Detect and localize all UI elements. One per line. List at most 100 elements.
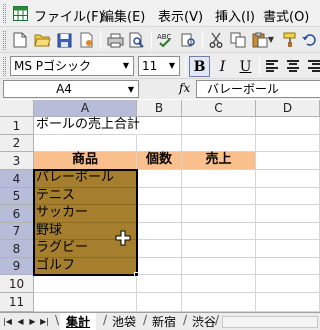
italic-button[interactable]: I <box>212 56 233 77</box>
worksheet-grid[interactable]: A B C D 1 2 3 4 5 6 7 8 9 10 11 ボールの売上合計… <box>0 100 320 312</box>
cell-c9[interactable] <box>182 258 256 275</box>
cell-d11[interactable] <box>256 293 320 312</box>
sheet-tab-3[interactable]: 新宿 <box>146 313 182 330</box>
cell-d8[interactable] <box>256 240 320 258</box>
chevron-down-icon[interactable]: ▼ <box>120 58 132 74</box>
new-file-icon[interactable] <box>10 30 30 50</box>
cell-d5[interactable] <box>256 188 320 205</box>
cell-b2[interactable] <box>137 135 182 152</box>
cell-d4[interactable] <box>256 170 320 188</box>
chevron-down-icon[interactable]: ▼ <box>166 58 178 74</box>
row-header-9[interactable]: 9 <box>0 258 34 275</box>
research-icon[interactable] <box>178 30 198 50</box>
underline-button[interactable]: U <box>235 56 256 77</box>
cell-c11[interactable] <box>182 293 256 312</box>
cell-d1[interactable] <box>256 117 320 135</box>
name-box[interactable]: A4 ▼ <box>3 80 139 98</box>
prev-sheet-icon[interactable]: ◀ <box>15 315 26 328</box>
cell-c1[interactable] <box>182 117 256 135</box>
menu-file[interactable]: ファイル(F) <box>34 6 104 25</box>
cell-c6[interactable] <box>182 205 256 223</box>
cell-d2[interactable] <box>256 135 320 152</box>
row-header-4[interactable]: 4 <box>0 170 34 188</box>
cell-a9[interactable]: ゴルフ <box>34 258 137 275</box>
sheet-tab-1[interactable]: 集計 <box>60 313 97 330</box>
toolbar-grip-2[interactable] <box>3 57 6 76</box>
menu-grip[interactable] <box>3 4 6 23</box>
align-right-icon[interactable] <box>308 60 320 72</box>
cell-a11[interactable] <box>34 293 137 312</box>
cell-d10[interactable] <box>256 275 320 293</box>
format-painter-icon[interactable] <box>280 30 300 50</box>
row-header-2[interactable]: 2 <box>0 135 34 152</box>
horizontal-scrollbar[interactable] <box>222 316 318 328</box>
cell-c4[interactable] <box>182 170 256 188</box>
permission-icon[interactable] <box>76 30 96 50</box>
toolbar-grip[interactable] <box>3 31 6 50</box>
menu-edit[interactable]: 編集(E) <box>101 6 145 25</box>
fill-handle[interactable] <box>134 272 139 277</box>
column-header-d[interactable]: D <box>256 100 320 117</box>
cell-b1[interactable] <box>137 117 182 135</box>
formula-input[interactable]: バレーボール <box>196 80 320 98</box>
font-size-select[interactable]: 11 ▼ <box>138 56 180 76</box>
select-all-corner[interactable] <box>0 100 34 117</box>
cell-b5[interactable] <box>137 188 182 205</box>
print-icon[interactable] <box>105 30 125 50</box>
column-header-c[interactable]: C <box>182 100 256 117</box>
insert-function-icon[interactable]: fx <box>179 81 190 95</box>
column-header-b[interactable]: B <box>137 100 182 117</box>
copy-icon[interactable] <box>228 30 248 50</box>
cell-d3[interactable] <box>256 152 320 170</box>
row-header-6[interactable]: 6 <box>0 205 34 223</box>
align-left-icon[interactable] <box>266 60 278 72</box>
row-header-8[interactable]: 8 <box>0 240 34 258</box>
cell-c7[interactable] <box>182 223 256 240</box>
align-center-icon[interactable] <box>287 60 299 72</box>
cell-c3[interactable]: 売上 <box>182 152 256 170</box>
cell-a2[interactable] <box>34 135 137 152</box>
cut-icon[interactable] <box>206 30 226 50</box>
row-header-10[interactable]: 10 <box>0 275 34 293</box>
chevron-down-icon[interactable]: ▼ <box>125 81 137 97</box>
cell-d6[interactable] <box>256 205 320 223</box>
open-folder-icon[interactable] <box>32 30 52 50</box>
cell-b10[interactable] <box>137 275 182 293</box>
next-sheet-icon[interactable]: ▶ <box>27 315 38 328</box>
spell-check-icon[interactable]: ABC <box>156 30 176 50</box>
undo-icon[interactable] <box>302 30 316 50</box>
cell-a10[interactable] <box>34 275 137 293</box>
cell-b8[interactable] <box>137 240 182 258</box>
cell-b7[interactable] <box>137 223 182 240</box>
cell-c2[interactable] <box>182 135 256 152</box>
cell-a3[interactable]: 商品 <box>34 152 137 170</box>
cell-d9[interactable] <box>256 258 320 275</box>
row-header-3[interactable]: 3 <box>0 152 34 170</box>
last-sheet-icon[interactable]: ▶| <box>39 315 50 328</box>
cell-a4[interactable]: バレーボール <box>34 170 137 188</box>
paste-dropdown-icon[interactable]: ▼ <box>266 30 276 50</box>
cell-a1[interactable]: ボールの売上合計 <box>34 117 140 135</box>
cell-b11[interactable] <box>137 293 182 312</box>
first-sheet-icon[interactable]: |◀ <box>2 315 13 328</box>
cell-c10[interactable] <box>182 275 256 293</box>
menu-insert[interactable]: 挿入(I) <box>215 6 255 25</box>
menu-format[interactable]: 書式(O) <box>263 6 309 25</box>
bold-button[interactable]: B <box>189 56 210 77</box>
print-preview-icon[interactable] <box>127 30 147 50</box>
menu-view[interactable]: 表示(V) <box>158 6 203 25</box>
workbook-icon[interactable] <box>12 5 29 22</box>
cell-c8[interactable] <box>182 240 256 258</box>
cell-b6[interactable] <box>137 205 182 223</box>
save-icon[interactable] <box>54 30 74 50</box>
cell-b9[interactable] <box>137 258 182 275</box>
cell-d7[interactable] <box>256 223 320 240</box>
row-header-5[interactable]: 5 <box>0 188 34 205</box>
font-name-select[interactable]: MS Pゴシック ▼ <box>10 56 134 76</box>
cell-a5[interactable]: テニス <box>34 188 137 205</box>
column-header-a[interactable]: A <box>34 100 137 117</box>
cell-b3[interactable]: 個数 <box>137 152 182 170</box>
row-header-11[interactable]: 11 <box>0 293 34 312</box>
cell-a6[interactable]: サッカー <box>34 205 137 223</box>
cell-c5[interactable] <box>182 188 256 205</box>
